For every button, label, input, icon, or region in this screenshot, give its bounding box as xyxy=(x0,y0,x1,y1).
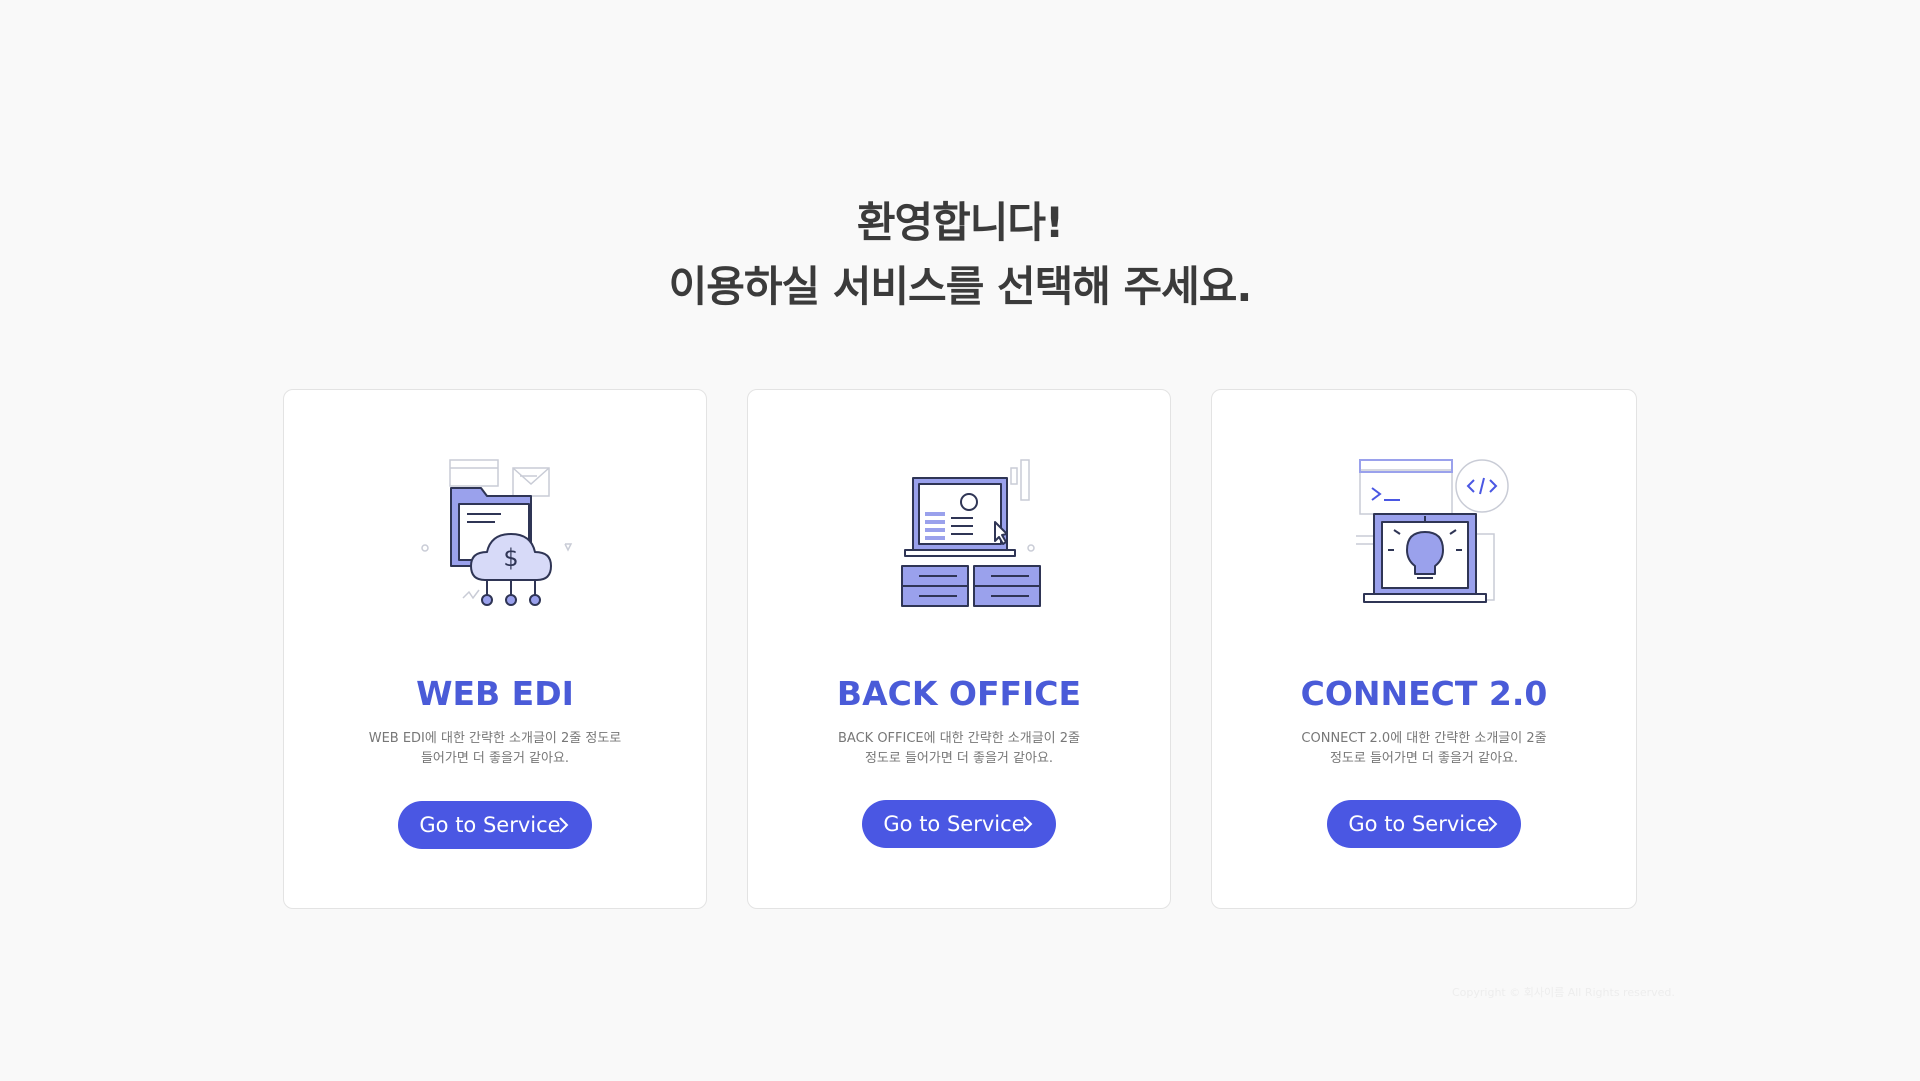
welcome-line-1: 환영합니다! xyxy=(856,198,1064,247)
welcome-line-2: 이용하실 서비스를 선택해 주세요. xyxy=(668,262,1253,311)
service-description-line: 들어가면 더 좋을거 같아요. xyxy=(420,751,570,766)
go-to-service-button[interactable]: Go to Service xyxy=(862,800,1056,848)
service-description-line: CONNECT 2.0에 대한 간략한 소개글이 2줄 xyxy=(1301,731,1547,746)
chevron-right-icon xyxy=(1023,816,1033,832)
service-card-connect: CONNECT 2.0 CONNECT 2.0에 대한 간략한 소개글이 2줄 … xyxy=(1211,389,1637,909)
service-title: WEB EDI xyxy=(416,674,574,713)
service-description-line: WEB EDI에 대한 간략한 소개글이 2줄 정도로 xyxy=(368,731,622,746)
service-card-web-edi: $ WEB EDI WEB EDI에 대한 간략한 소개글이 2줄 정도로 들어… xyxy=(283,389,707,909)
service-title: BACK OFFICE xyxy=(836,674,1082,713)
service-title: CONNECT 2.0 xyxy=(1300,674,1548,713)
go-to-service-button[interactable]: Go to Service xyxy=(398,801,592,849)
laptop-lightbulb-code-icon xyxy=(1356,459,1509,603)
service-description-line: BACK OFFICE에 대한 간략한 소개글이 2줄 xyxy=(838,731,1080,746)
go-to-service-label: Go to Service xyxy=(419,813,561,837)
welcome-heading: 환영합니다! 이용하실 서비스를 선택해 주세요. xyxy=(0,191,1920,319)
service-card-back-office: BACK OFFICE BACK OFFICE에 대한 간략한 소개글이 2줄 … xyxy=(747,389,1171,909)
service-description: WEB EDI에 대한 간략한 소개글이 2줄 정도로 들어가면 더 좋을거 같… xyxy=(345,729,645,769)
svg-text:$: $ xyxy=(503,544,518,572)
copyright-text: Copyright © 회사이름 All Rights reserved. xyxy=(1452,986,1675,999)
go-to-service-button[interactable]: Go to Service xyxy=(1327,800,1521,848)
service-description: BACK OFFICE에 대한 간략한 소개글이 2줄 정도로 들어가면 더 좋… xyxy=(809,729,1109,769)
go-to-service-label: Go to Service xyxy=(883,812,1025,836)
service-description-line: 정도로 들어가면 더 좋을거 같아요. xyxy=(864,751,1054,766)
chevron-right-icon xyxy=(1488,816,1498,832)
service-description: CONNECT 2.0에 대한 간략한 소개글이 2줄 정도로 들어가면 더 좋… xyxy=(1274,729,1574,769)
chevron-right-icon xyxy=(559,817,569,833)
folder-cloud-dollar-icon: $ xyxy=(421,459,573,606)
laptop-server-icon xyxy=(901,459,1041,607)
service-description-line: 정도로 들어가면 더 좋을거 같아요. xyxy=(1329,751,1519,766)
go-to-service-label: Go to Service xyxy=(1348,812,1490,836)
